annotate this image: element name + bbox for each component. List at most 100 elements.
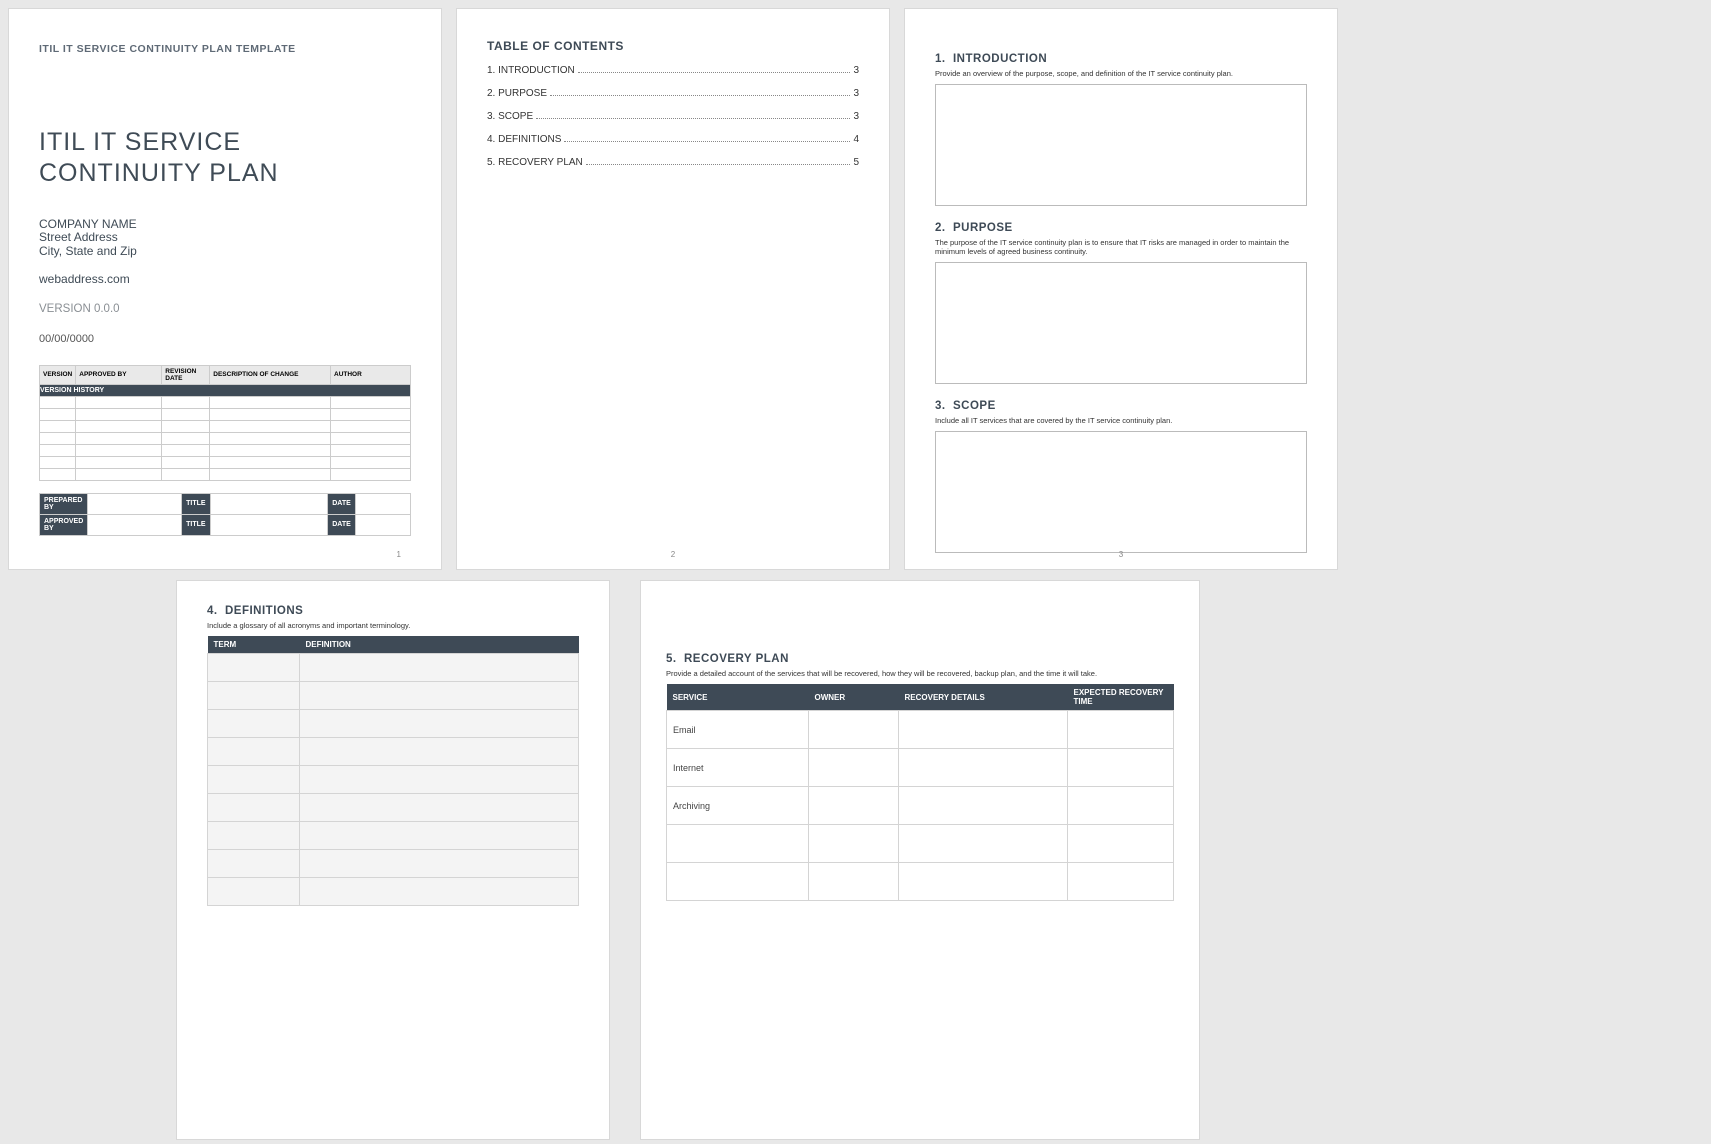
- vh-row[interactable]: [40, 396, 411, 408]
- recovery-time-cell[interactable]: [1068, 787, 1174, 825]
- vh-cell[interactable]: [76, 420, 162, 432]
- recovery-row[interactable]: [667, 863, 1174, 901]
- recovery-details-cell[interactable]: [899, 863, 1068, 901]
- definition-cell[interactable]: [208, 822, 300, 850]
- definition-cell[interactable]: [300, 850, 579, 878]
- definition-row[interactable]: [208, 850, 579, 878]
- vh-row[interactable]: [40, 456, 411, 468]
- vh-cell[interactable]: [40, 444, 76, 456]
- vh-cell[interactable]: [331, 444, 411, 456]
- recovery-details-cell[interactable]: [899, 711, 1068, 749]
- recovery-service-cell[interactable]: Internet: [667, 749, 809, 787]
- toc-line[interactable]: 2. PURPOSE3: [487, 88, 859, 99]
- toc-line[interactable]: 4. DEFINITIONS4: [487, 134, 859, 145]
- prepared-title-value[interactable]: [210, 493, 328, 514]
- vh-cell[interactable]: [76, 432, 162, 444]
- definition-row[interactable]: [208, 794, 579, 822]
- vh-cell[interactable]: [40, 432, 76, 444]
- prepared-by-value[interactable]: [88, 493, 182, 514]
- vh-row[interactable]: [40, 432, 411, 444]
- vh-cell[interactable]: [162, 396, 210, 408]
- recovery-owner-cell[interactable]: [809, 863, 899, 901]
- definition-cell[interactable]: [208, 682, 300, 710]
- definition-cell[interactable]: [300, 654, 579, 682]
- recovery-details-cell[interactable]: [899, 749, 1068, 787]
- recovery-row[interactable]: [667, 825, 1174, 863]
- vh-cell[interactable]: [40, 456, 76, 468]
- definition-row[interactable]: [208, 710, 579, 738]
- definition-cell[interactable]: [208, 850, 300, 878]
- recovery-owner-cell[interactable]: [809, 825, 899, 863]
- recovery-details-cell[interactable]: [899, 825, 1068, 863]
- vh-cell[interactable]: [331, 408, 411, 420]
- definition-cell[interactable]: [208, 710, 300, 738]
- vh-cell[interactable]: [162, 468, 210, 480]
- vh-cell[interactable]: [210, 468, 331, 480]
- vh-cell[interactable]: [162, 408, 210, 420]
- purpose-textbox[interactable]: [935, 262, 1307, 384]
- vh-cell[interactable]: [76, 468, 162, 480]
- toc-line[interactable]: 5. RECOVERY PLAN5: [487, 157, 859, 168]
- recovery-row[interactable]: Archiving: [667, 787, 1174, 825]
- toc-line[interactable]: 3. SCOPE3: [487, 111, 859, 122]
- definition-cell[interactable]: [208, 738, 300, 766]
- recovery-row[interactable]: Internet: [667, 749, 1174, 787]
- vh-cell[interactable]: [40, 408, 76, 420]
- definition-row[interactable]: [208, 878, 579, 906]
- recovery-owner-cell[interactable]: [809, 787, 899, 825]
- vh-cell[interactable]: [76, 396, 162, 408]
- definition-row[interactable]: [208, 766, 579, 794]
- definition-cell[interactable]: [208, 878, 300, 906]
- vh-cell[interactable]: [162, 444, 210, 456]
- definition-cell[interactable]: [300, 878, 579, 906]
- vh-row[interactable]: [40, 468, 411, 480]
- vh-cell[interactable]: [331, 396, 411, 408]
- definition-cell[interactable]: [208, 794, 300, 822]
- definition-row[interactable]: [208, 822, 579, 850]
- vh-row[interactable]: [40, 420, 411, 432]
- definition-cell[interactable]: [300, 710, 579, 738]
- recovery-service-cell[interactable]: Email: [667, 711, 809, 749]
- definition-row[interactable]: [208, 738, 579, 766]
- approved-by-value[interactable]: [88, 514, 182, 535]
- recovery-service-cell[interactable]: [667, 825, 809, 863]
- recovery-owner-cell[interactable]: [809, 749, 899, 787]
- vh-cell[interactable]: [76, 408, 162, 420]
- definition-row[interactable]: [208, 654, 579, 682]
- definition-cell[interactable]: [300, 794, 579, 822]
- vh-cell[interactable]: [210, 444, 331, 456]
- approved-date-value[interactable]: [355, 514, 410, 535]
- definition-cell[interactable]: [300, 738, 579, 766]
- vh-cell[interactable]: [162, 432, 210, 444]
- definition-cell[interactable]: [300, 682, 579, 710]
- intro-textbox[interactable]: [935, 84, 1307, 206]
- vh-row[interactable]: [40, 444, 411, 456]
- vh-cell[interactable]: [162, 456, 210, 468]
- vh-cell[interactable]: [40, 468, 76, 480]
- vh-cell[interactable]: [76, 444, 162, 456]
- recovery-row[interactable]: Email: [667, 711, 1174, 749]
- toc-line[interactable]: 1. INTRODUCTION3: [487, 65, 859, 76]
- definition-cell[interactable]: [300, 822, 579, 850]
- vh-cell[interactable]: [210, 408, 331, 420]
- prepared-date-value[interactable]: [355, 493, 410, 514]
- definition-cell[interactable]: [208, 766, 300, 794]
- recovery-owner-cell[interactable]: [809, 711, 899, 749]
- vh-cell[interactable]: [331, 420, 411, 432]
- vh-cell[interactable]: [210, 420, 331, 432]
- definition-cell[interactable]: [300, 766, 579, 794]
- definition-cell[interactable]: [208, 654, 300, 682]
- vh-cell[interactable]: [331, 432, 411, 444]
- vh-cell[interactable]: [210, 456, 331, 468]
- recovery-time-cell[interactable]: [1068, 749, 1174, 787]
- recovery-time-cell[interactable]: [1068, 825, 1174, 863]
- definition-row[interactable]: [208, 682, 579, 710]
- vh-cell[interactable]: [76, 456, 162, 468]
- vh-cell[interactable]: [162, 420, 210, 432]
- recovery-service-cell[interactable]: [667, 863, 809, 901]
- vh-cell[interactable]: [210, 432, 331, 444]
- vh-cell[interactable]: [331, 456, 411, 468]
- recovery-time-cell[interactable]: [1068, 863, 1174, 901]
- recovery-service-cell[interactable]: Archiving: [667, 787, 809, 825]
- vh-cell[interactable]: [331, 468, 411, 480]
